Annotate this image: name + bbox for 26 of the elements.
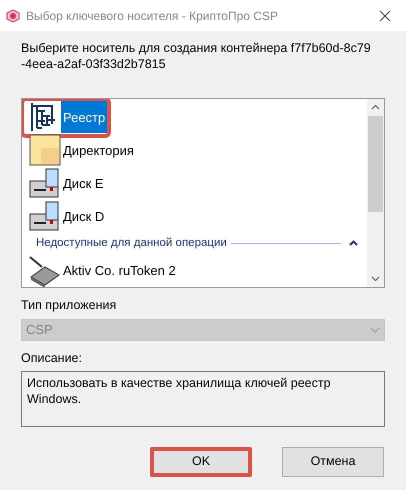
dialog-button[interactable]: Отмена [282, 446, 384, 476]
chevron-icon [348, 240, 358, 246]
scrollbar[interactable] [367, 99, 384, 287]
media-item[interactable]: Диск D [24, 200, 106, 233]
item-label: Aktiv Co. ruToken 2 [62, 262, 177, 280]
folder-icon [29, 134, 61, 166]
media-item[interactable]: Диск E [24, 166, 106, 200]
chevron-icon [370, 326, 380, 333]
item-label: Директория [62, 142, 135, 160]
item-label: Диск E [62, 174, 105, 193]
dialog-button[interactable]: OK [150, 446, 252, 476]
item-label: Диск D [62, 208, 106, 226]
app-type-label: Тип приложения [21, 297, 118, 314]
group-header: Недоступные для данной операции [36, 236, 227, 251]
close-icon [379, 10, 391, 22]
shield-logo-icon [6, 8, 20, 22]
prompt-text: Выберите носитель для создания контейнера f7f7b60d-8c79 -4eea-a2af-03f33d2b7815 [21, 40, 371, 72]
window-title: Выбор ключевого носителя - КриптоПро CSP [26, 8, 279, 24]
drive-icon [29, 200, 61, 232]
item-label: Реестр [61, 101, 108, 134]
media-item[interactable]: Реестр [24, 101, 108, 134]
media-item[interactable]: Директория [24, 134, 136, 167]
description-box: Использовать в качестве хранилища ключей реестр Windows. [21, 370, 385, 426]
description-label: Описание: [21, 350, 83, 367]
media-item[interactable]: Aktiv Co. ruToken 2 [24, 254, 178, 287]
drive-icon [29, 167, 61, 200]
